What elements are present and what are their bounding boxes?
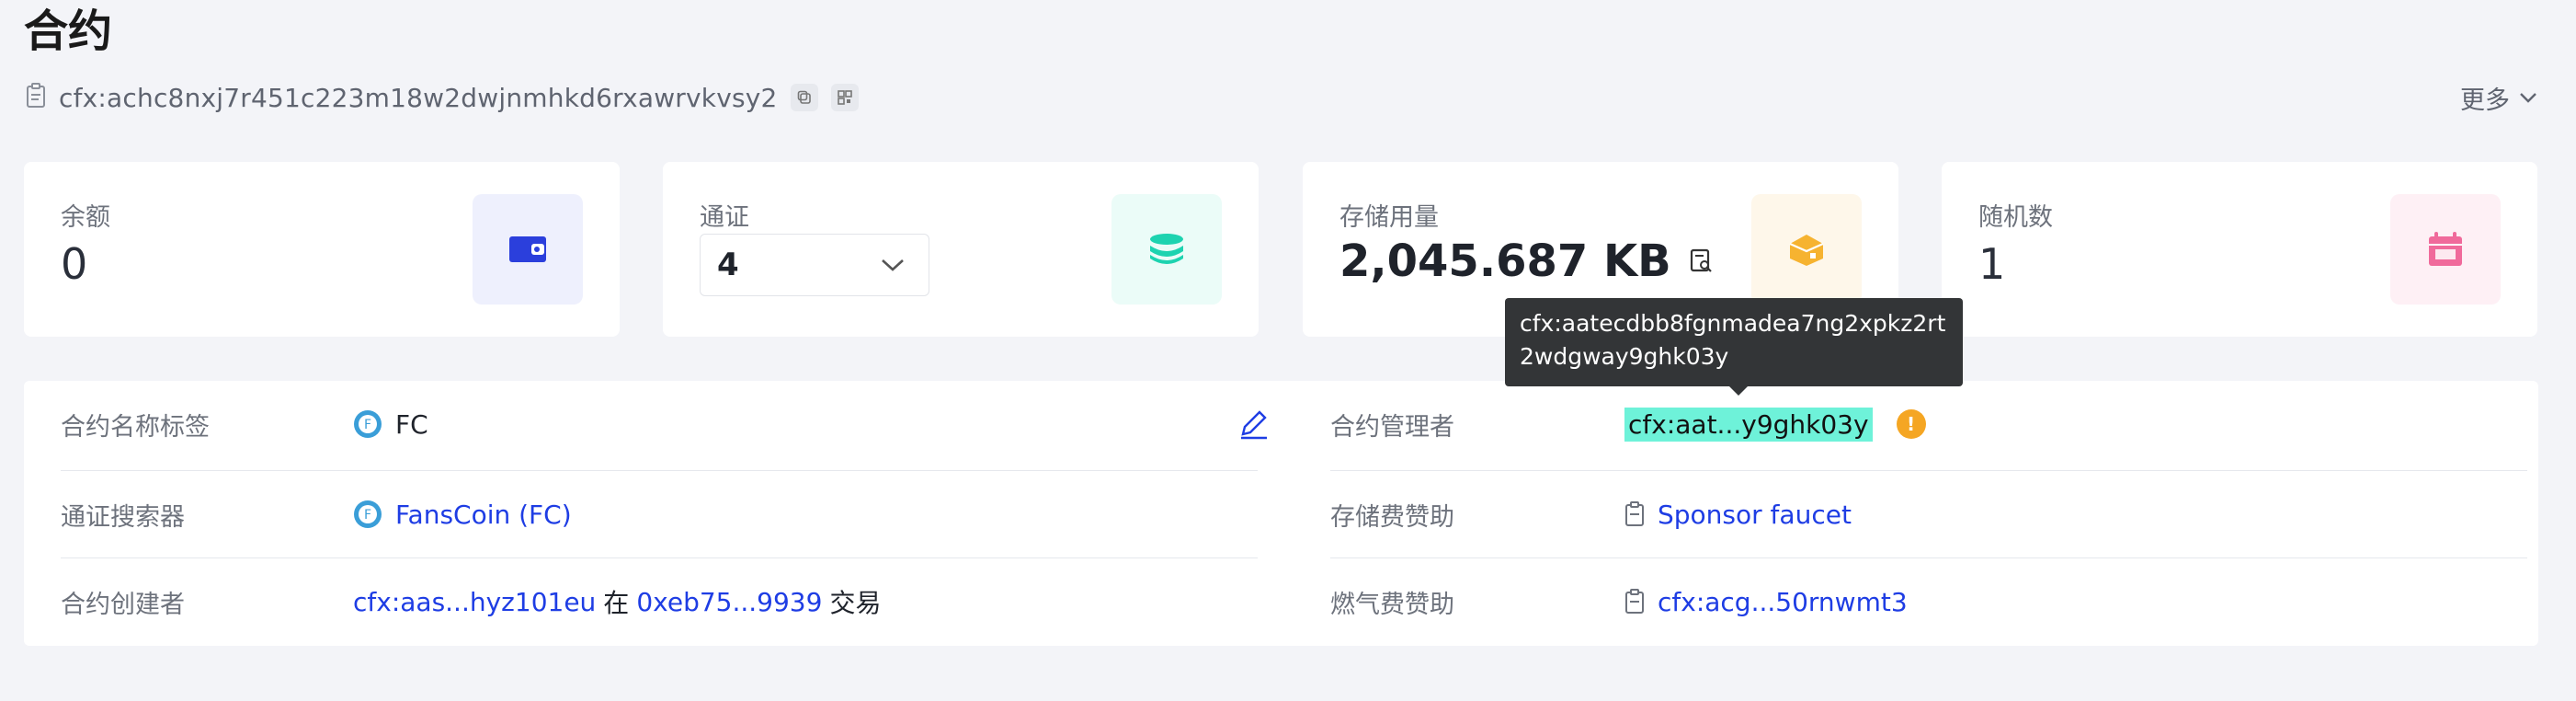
name-tag-value-wrap: F FC <box>353 409 428 440</box>
document-icon <box>26 83 48 112</box>
tooltip-arrow <box>1729 386 1748 396</box>
name-tag-label: 合约名称标签 <box>61 412 210 442</box>
nonce-value: 1 <box>1978 239 2006 289</box>
gas-sponsor-link[interactable]: cfx:acg...50rnwmt3 <box>1658 587 1908 617</box>
more-label: 更多 <box>2460 86 2510 115</box>
token-tracker-row: 通证搜索器 F FansCoin (FC) <box>61 471 1256 557</box>
balance-label: 余额 <box>61 203 110 232</box>
storage-value-wrap: 2,045.687 KB <box>1339 236 1714 287</box>
tokens-select-value: 4 <box>717 247 739 283</box>
more-menu[interactable]: 更多 <box>2460 79 2537 116</box>
admin-row: 合约管理者 cfx:aat...y9ghk03y ! <box>1330 381 2525 467</box>
address-tooltip: cfx:aatecdbb8fgnmadea7ng2xpkz2rt2wdgway9… <box>1505 298 1963 396</box>
calendar-icon <box>2390 194 2501 305</box>
contract-icon <box>1625 501 1644 526</box>
token-logo-icon: F <box>354 410 382 438</box>
copy-button[interactable] <box>790 84 818 111</box>
admin-address-link[interactable]: cfx:aat...y9ghk03y <box>1624 407 1873 442</box>
svg-text:F: F <box>364 508 371 523</box>
token-logo-icon: F <box>354 500 382 528</box>
token-tracker-link[interactable]: FansCoin (FC) <box>395 500 572 530</box>
page-title: 合约 <box>24 6 113 57</box>
box-icon <box>1751 194 1862 305</box>
balance-value: 0 <box>61 239 88 289</box>
creator-address-link[interactable]: cfx:aas...hyz101eu <box>353 587 596 617</box>
tokens-label: 通证 <box>700 203 749 232</box>
contract-icon <box>1625 589 1644 614</box>
document-search-icon[interactable] <box>1690 248 1714 274</box>
balance-card: 余额 0 <box>24 162 620 337</box>
storage-sponsor-row: 存储费赞助 Sponsor faucet <box>1330 471 2525 557</box>
contract-address: cfx:achc8nxj7r451c223m18w2dwjnmhkd6rxawr… <box>59 82 778 113</box>
tokens-select[interactable]: 4 <box>700 234 929 296</box>
creator-in-text: 在 <box>603 588 630 618</box>
name-tag-row: 合约名称标签 F FC <box>61 381 1267 467</box>
token-tracker-value-wrap: F FansCoin (FC) <box>353 500 572 530</box>
wallet-icon <box>473 194 583 305</box>
admin-value-wrap: cfx:aat...y9ghk03y ! <box>1624 407 1926 442</box>
admin-label: 合约管理者 <box>1330 412 1454 442</box>
creator-value-wrap: cfx:aas...hyz101eu 在 0xeb75...9939 交易 <box>353 583 881 620</box>
storage-sponsor-value-wrap: Sponsor faucet <box>1624 500 1852 530</box>
qrcode-icon <box>837 90 852 105</box>
storage-label: 存储用量 <box>1339 203 1439 232</box>
svg-text:F: F <box>364 418 371 432</box>
creator-tx-text: 交易 <box>829 588 882 618</box>
name-tag-value: FC <box>395 408 428 440</box>
nonce-label: 随机数 <box>1978 203 2053 232</box>
warning-icon[interactable]: ! <box>1896 409 1926 439</box>
storage-sponsor-label: 存储费赞助 <box>1330 502 1454 532</box>
gas-sponsor-row: 燃气费赞助 cfx:acg...50rnwmt3 <box>1330 558 2525 645</box>
copy-icon <box>797 90 811 104</box>
chevron-down-icon <box>2520 93 2536 103</box>
qrcode-button[interactable] <box>830 84 859 111</box>
tokens-card: 通证 4 <box>663 162 1259 337</box>
gas-sponsor-label: 燃气费赞助 <box>1330 590 1454 619</box>
edit-icon[interactable] <box>1237 408 1269 440</box>
storage-value: 2,045.687 KB <box>1339 236 1671 287</box>
token-tracker-label: 通证搜索器 <box>61 502 185 532</box>
gas-sponsor-value-wrap: cfx:acg...50rnwmt3 <box>1624 587 1908 617</box>
creator-tx-link[interactable]: 0xeb75...9939 <box>636 587 822 617</box>
contract-address-row: cfx:achc8nxj7r451c223m18w2dwjnmhkd6rxawr… <box>26 79 859 116</box>
storage-sponsor-link[interactable]: Sponsor faucet <box>1658 500 1852 530</box>
nonce-card: 随机数 1 <box>1942 162 2537 337</box>
creator-label: 合约创建者 <box>61 590 185 619</box>
coins-stack-icon <box>1111 194 1222 305</box>
chevron-down-icon <box>882 259 904 271</box>
contract-details-panel: 合约名称标签 F FC 通证搜索器 F FansCoin (FC) 合约创建者 … <box>24 381 2538 646</box>
tooltip-text: cfx:aatecdbb8fgnmadea7ng2xpkz2rt2wdgway9… <box>1520 310 1946 370</box>
creator-row: 合约创建者 cfx:aas...hyz101eu 在 0xeb75...9939… <box>61 558 1256 645</box>
